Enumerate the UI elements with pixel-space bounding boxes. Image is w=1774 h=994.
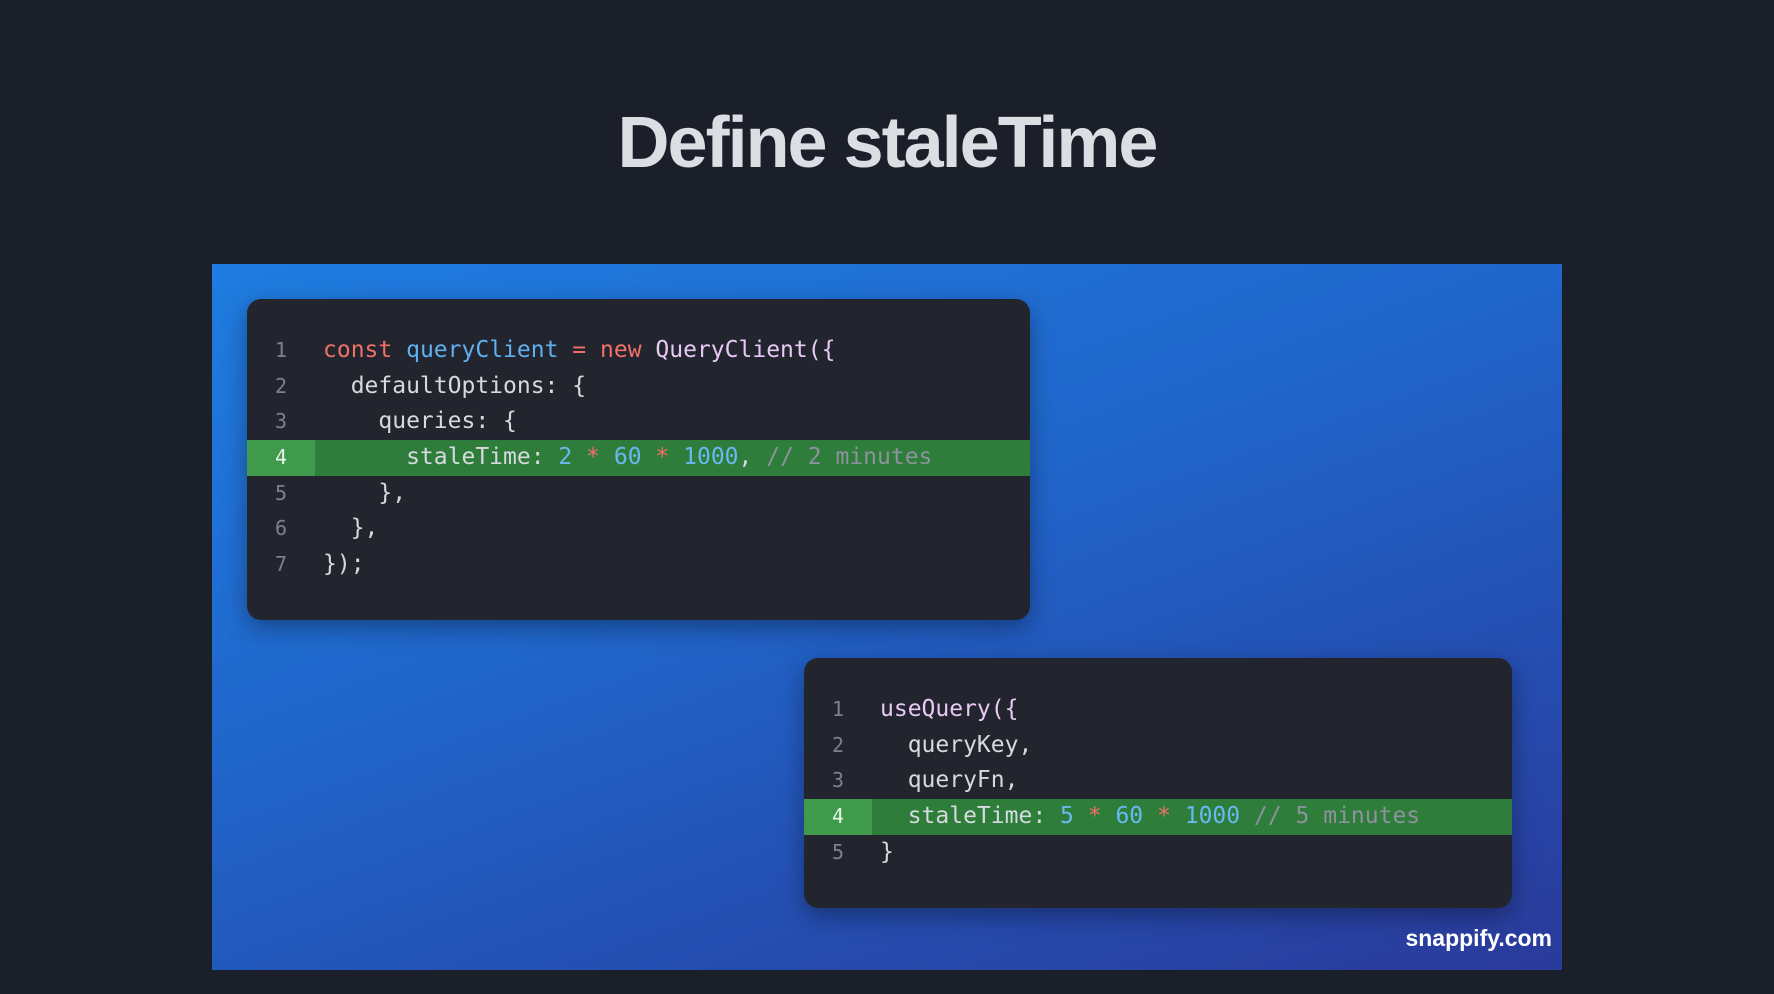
code-token: 60 xyxy=(613,444,642,471)
code-token: * xyxy=(1157,803,1171,830)
code-line-1: 1 useQuery({ xyxy=(804,692,1512,728)
code-token: staleTime: xyxy=(323,444,559,471)
code-line-4-highlighted: 4 staleTime: 2 * 60 * 1000, // 2 minutes xyxy=(247,440,1030,476)
code-line-5: 5} xyxy=(804,835,1512,871)
code-line-7: 7}); xyxy=(247,547,1030,583)
code-comment: // 5 minutes xyxy=(1253,803,1421,830)
code-token: 60 xyxy=(1115,803,1144,830)
code-token: } xyxy=(880,838,894,865)
line-number: 2 xyxy=(831,732,845,757)
code-token: queryKey, xyxy=(880,731,1033,758)
code-token: * xyxy=(655,444,670,471)
code-body: 1 const queryClient = new QueryClient({ 2… xyxy=(247,333,1030,583)
code-token: const xyxy=(323,337,393,363)
code-comment: // 2 minutes xyxy=(766,444,933,471)
slide-title: Define staleTime xyxy=(617,103,1159,183)
code-window-use-query: 1 useQuery({ 2 queryKey, 3 queryFn, 4 sta… xyxy=(804,658,1512,908)
code-line-6: 6 }, xyxy=(247,511,1030,547)
code-line-1: 1 const queryClient = new QueryClient({ xyxy=(247,333,1030,369)
line-number: 3 xyxy=(274,409,288,434)
code-token: , xyxy=(738,444,753,471)
code-line-2: 2 queryKey, xyxy=(804,728,1512,764)
line-number: 3 xyxy=(831,768,845,793)
code-token: * xyxy=(1087,803,1102,830)
code-window-query-client: 1 const queryClient = new QueryClient({ 2… xyxy=(247,299,1030,620)
line-number: 2 xyxy=(274,373,288,398)
code-token: queries: { xyxy=(323,408,517,435)
line-number: 5 xyxy=(831,839,845,864)
code-canvas: 1 const queryClient = new QueryClient({ 2… xyxy=(212,264,1562,970)
code-line-3: 3 queries: { xyxy=(247,404,1030,440)
line-number: 1 xyxy=(831,697,845,721)
code-token: }, xyxy=(323,479,407,506)
code-token: defaultOptions: { xyxy=(323,372,587,399)
code-token: 1000 xyxy=(1184,803,1241,830)
code-line-5: 5 }, xyxy=(247,476,1030,512)
line-number: 7 xyxy=(274,552,288,577)
code-token: queryFn, xyxy=(880,767,1019,794)
code-token: 5 xyxy=(1060,803,1074,830)
code-token: 2 xyxy=(558,444,573,471)
code-body: 1 useQuery({ 2 queryKey, 3 queryFn, 4 sta… xyxy=(804,692,1512,870)
code-token: QueryClient({ xyxy=(655,337,836,363)
code-token: queryClient xyxy=(406,337,559,363)
code-line-2: 2 defaultOptions: { xyxy=(247,369,1030,405)
code-token: = xyxy=(572,337,587,363)
line-number: 4 xyxy=(804,799,872,835)
code-line-4-highlighted: 4 staleTime: 5 * 60 * 1000 // 5 minutes xyxy=(804,799,1512,835)
code-token: }); xyxy=(323,551,365,578)
code-line-3: 3 queryFn, xyxy=(804,763,1512,799)
line-number: 1 xyxy=(274,338,288,362)
code-token: new xyxy=(600,337,642,363)
code-token: * xyxy=(586,444,600,471)
code-token: staleTime: xyxy=(880,803,1061,830)
code-token: }, xyxy=(323,515,379,542)
code-token: 1000 xyxy=(683,444,739,471)
line-number: 4 xyxy=(247,440,315,476)
code-token: useQuery({ xyxy=(880,696,1019,722)
line-number: 5 xyxy=(274,480,288,505)
line-number: 6 xyxy=(274,516,288,541)
watermark: snappify.com xyxy=(1405,925,1552,951)
